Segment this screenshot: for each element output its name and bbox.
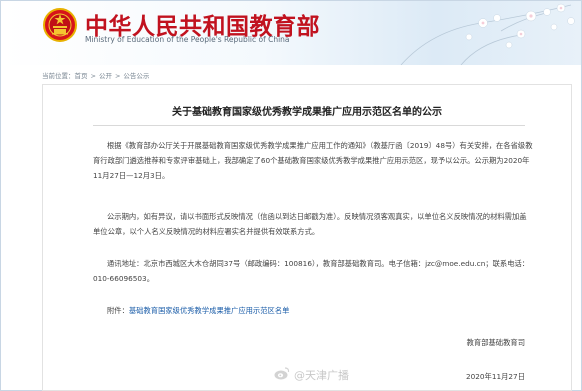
blossom-decoration — [400, 3, 575, 65]
watermark-text: @天津广播 — [294, 369, 349, 382]
breadcrumb-open[interactable]: 公开 — [99, 72, 112, 80]
attachment-line: 附件：基础教育国家级优秀教学成果推广应用示范区名单 — [93, 303, 533, 318]
weibo-icon — [274, 367, 290, 380]
title-divider — [93, 125, 525, 126]
watermark: @天津广播 — [274, 364, 374, 384]
national-emblem-icon[interactable] — [43, 8, 77, 42]
signature-date: 2020年11月27日 — [465, 372, 525, 381]
breadcrumb: 当前位置：首页 > 公开 > 公告公示 — [42, 70, 149, 80]
paragraph-contact: 通讯地址：北京市西城区大木仓胡同37号（邮政编码：100816），教育部基础教育… — [93, 259, 530, 283]
breadcrumb-notices[interactable]: 公告公示 — [123, 72, 149, 80]
article-panel: 关于基础教育国家级优秀教学成果推广应用示范区名单的公示 根据《教育部办公厅关于开… — [42, 84, 572, 391]
breadcrumb-separator: > — [114, 72, 121, 80]
breadcrumb-prefix: 当前位置： — [42, 72, 75, 80]
site-header: 中华人民共和国教育部 Ministry of Education of the … — [1, 1, 581, 65]
attachment-link[interactable]: 基础教育国家级优秀教学成果推广应用示范区名单 — [129, 306, 290, 315]
breadcrumb-separator: > — [90, 72, 96, 80]
site-name-english: Ministry of Education of the People's Re… — [85, 35, 290, 44]
signature-department: 教育部基础教育司 — [466, 338, 525, 347]
article-title: 关于基础教育国家级优秀教学成果推广应用示范区名单的公示 — [172, 107, 442, 118]
paragraph-objection: 公示期内，如有异议，请以书面形式反映情况（信函以到达日邮戳为准）。反映情况须客观… — [93, 212, 527, 236]
attachment-label: 附件： — [107, 306, 129, 315]
breadcrumb-home[interactable]: 首页 — [75, 72, 88, 80]
paragraph-intro: 根据《教育部办公厅关于开展基础教育国家级优秀教学成果推广应用工作的通知》（教基厅… — [93, 141, 533, 180]
